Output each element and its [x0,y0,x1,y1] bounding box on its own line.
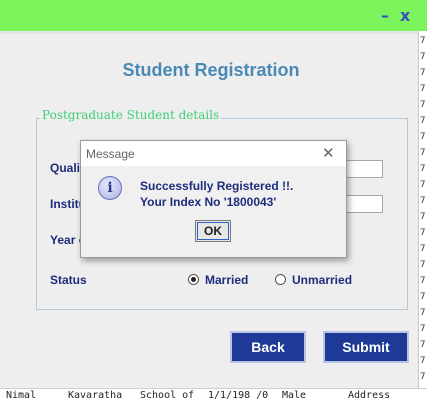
background-cell: 7 [420,212,426,222]
background-cell: 7 [420,164,426,174]
background-cell: 7 [420,228,426,238]
married-label[interactable]: Married [205,273,248,287]
background-cell: 7 [420,260,426,270]
background-cell: 7 [420,196,426,206]
background-cell: 7 [420,84,426,94]
status-label: Status [50,273,87,287]
unmarried-radio[interactable] [275,274,286,285]
background-cell: 7 [420,36,426,46]
radio-selected-dot [191,277,196,282]
background-cell: 1/1/198 /0 [208,390,269,401]
background-cell: Address [348,390,391,401]
close-button[interactable]: x [400,6,410,25]
background-cell: 7 [420,356,426,366]
background-cell: Kavaratha [68,390,123,401]
submit-button[interactable]: Submit [323,331,409,363]
window-title-bar[interactable]: – x [0,0,427,31]
background-cell: 7 [420,324,426,334]
background-cell: 7 [420,276,426,286]
dialog-message-line1: Successfully Registered !!. [140,179,294,193]
ok-button[interactable]: OK [195,220,231,242]
panel-legend: Postgraduate Student details [40,108,222,122]
background-cell: Male [282,390,307,401]
message-dialog: Message ✕ i Successfully Registered !!. … [80,140,347,258]
dialog-message-line2: Your Index No '1800043' [140,195,277,209]
page-title: Student Registration [122,60,300,80]
background-cell: 7 [420,148,426,158]
back-button[interactable]: Back [230,331,306,363]
background-cell: 7 [420,244,426,254]
title-bar-divider [0,31,418,34]
background-cell: 7 [420,180,426,190]
unmarried-label[interactable]: Unmarried [292,273,352,287]
dialog-title-bar[interactable]: Message ✕ [81,141,346,166]
dialog-title: Message [86,147,135,161]
background-table-row: Nimal Kavaratha School of 1/1/198 /0 Mal… [0,388,427,401]
background-cell: 7 [420,292,426,302]
background-cell: Nimal [6,390,37,401]
married-radio[interactable] [188,274,199,285]
background-cell: 7 [420,308,426,318]
minimize-button[interactable]: – [381,6,389,25]
qualification-label: Qualif [50,161,85,175]
background-cell: 7 [420,100,426,110]
dialog-close-icon[interactable]: ✕ [322,144,335,162]
background-cell: 7 [420,116,426,126]
info-icon: i [98,176,122,200]
background-cell: School of [140,390,195,401]
background-cell: 7 [420,340,426,350]
background-cell: 7 [420,372,426,382]
background-cell: 7 [420,132,426,142]
